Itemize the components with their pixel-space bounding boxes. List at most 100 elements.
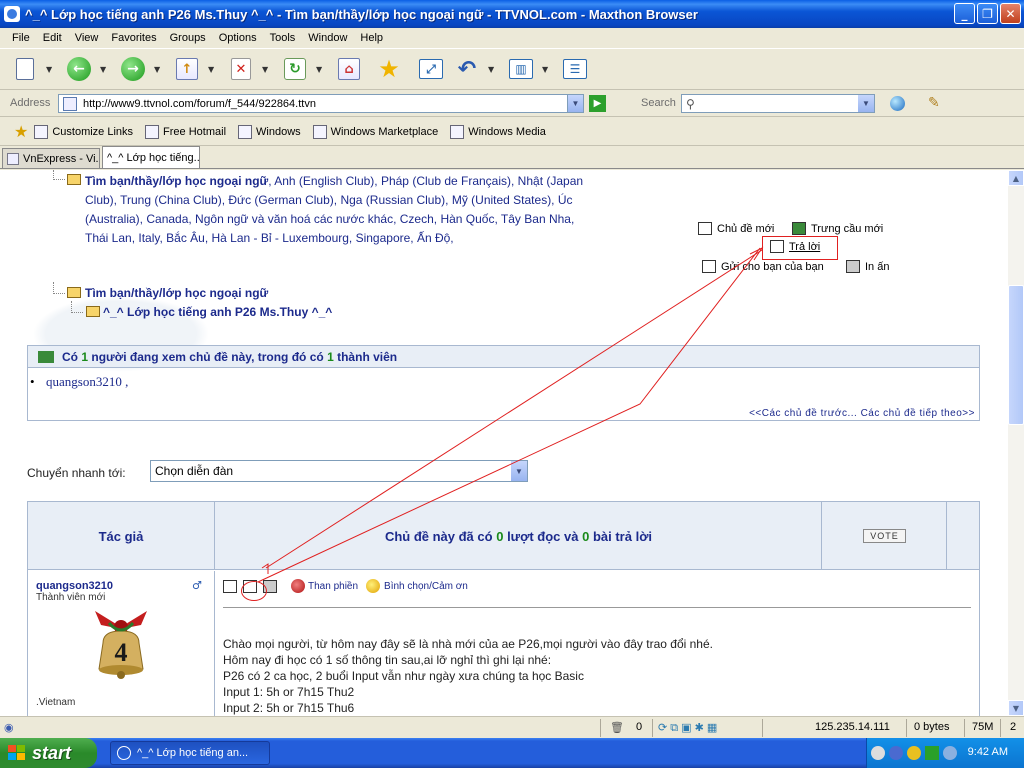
- star-icon: ★: [378, 55, 400, 83]
- group-button[interactable]: ▥: [506, 54, 536, 84]
- menu-groups[interactable]: Groups: [170, 32, 206, 44]
- maximize-button[interactable]: ❐: [977, 3, 998, 24]
- refresh-dropdown-icon[interactable]: ▼: [316, 65, 324, 74]
- tab-vnexpress[interactable]: VnExpress - Vi...: [2, 148, 100, 168]
- tab-lop-hoc[interactable]: ^_^ Lớp học tiếng...: [102, 146, 200, 168]
- search-label: Search: [641, 97, 676, 109]
- menu-edit[interactable]: Edit: [43, 32, 62, 44]
- maxthon-app-icon[interactable]: [4, 6, 20, 22]
- forward-button[interactable]: →: [118, 54, 148, 84]
- menu-favorites[interactable]: Favorites: [111, 32, 156, 44]
- undo-dropdown-icon[interactable]: ▼: [488, 65, 496, 74]
- tray-maxthon-icon[interactable]: [889, 746, 903, 760]
- quick-jump-select[interactable]: Chọn diễn đàn ▼: [150, 460, 528, 482]
- up-button[interactable]: ↑: [172, 54, 202, 84]
- link-label: Customize Links: [52, 125, 134, 138]
- subforum-link-main[interactable]: Tìm bạn/thầy/lớp học ngoại ngữ: [85, 174, 268, 188]
- undo-button[interactable]: ↶: [452, 54, 482, 84]
- search-dropdown-icon[interactable]: ▼: [858, 95, 874, 112]
- window-titlebar[interactable]: ^_^ Lớp học tiếng anh P26 Ms.Thuy ^_^ - …: [0, 0, 1024, 28]
- post-author-name[interactable]: quangson3210: [36, 580, 113, 592]
- start-button[interactable]: start: [0, 738, 97, 768]
- breadcrumb-current[interactable]: ^_^ Lớp học tiếng anh P26 Ms.Thuy ^_^: [103, 305, 332, 319]
- minimize-button[interactable]: _: [954, 3, 975, 24]
- go-button[interactable]: ▶: [589, 95, 606, 112]
- menu-help[interactable]: Help: [360, 32, 383, 44]
- link-windows-media[interactable]: Windows Media: [450, 124, 546, 139]
- home-icon: ⌂: [338, 58, 360, 80]
- vertical-scrollbar[interactable]: ▲ ▼: [1008, 170, 1024, 716]
- tray-messenger-icon[interactable]: [907, 746, 921, 760]
- menu-view[interactable]: View: [75, 32, 99, 44]
- quick-jump-label: Chuyển nhanh tới:: [27, 466, 126, 480]
- popup-blocker-icon[interactable]: 🗑: [610, 721, 624, 734]
- scroll-thumb[interactable]: [1008, 285, 1024, 425]
- menu-tools[interactable]: Tools: [270, 32, 296, 44]
- poll-icon: [792, 222, 806, 235]
- highlight-pen-icon[interactable]: ✎: [928, 95, 940, 111]
- links-star-icon[interactable]: ★: [14, 122, 28, 141]
- address-dropdown-icon[interactable]: ▼: [567, 95, 583, 112]
- edit-post-icon[interactable]: [223, 579, 237, 593]
- prev-next-topics-link[interactable]: <<Các chủ đề trước... Các chủ đề tiếp th…: [749, 408, 975, 419]
- close-button[interactable]: ✕: [1000, 3, 1021, 24]
- link-label: Windows: [256, 125, 301, 138]
- complain-link[interactable]: Than phiền: [308, 581, 358, 592]
- new-poll-button[interactable]: Trưng cầu mới: [792, 222, 883, 235]
- stop-dropdown-icon[interactable]: ▼: [262, 65, 270, 74]
- search-icon: ⚲: [686, 97, 695, 111]
- post-line: Chào mọi người, từ hôm nay đây sẽ là nhà…: [223, 637, 713, 651]
- vote-thanks-link[interactable]: Bình chọn/Cảm ơn: [384, 581, 468, 592]
- breadcrumb-parent[interactable]: Tìm bạn/thầy/lớp học ngoại ngữ: [85, 286, 268, 300]
- group-dropdown-icon[interactable]: ▼: [542, 65, 550, 74]
- taskbar-clock: 9:42 AM: [967, 746, 1008, 758]
- print-button[interactable]: In ấn: [846, 260, 889, 273]
- new-page-button[interactable]: [10, 54, 40, 84]
- forward-dropdown-icon[interactable]: ▼: [154, 65, 162, 74]
- bytes-transferred: 0 bytes: [914, 721, 950, 733]
- search-input[interactable]: ⚲ ▼: [681, 94, 875, 113]
- status-divider: [964, 719, 965, 737]
- up-folder-icon: ↑: [176, 58, 198, 80]
- link-windows[interactable]: Windows: [238, 124, 301, 139]
- new-topic-button[interactable]: Chủ đề mới: [698, 222, 774, 235]
- menu-options[interactable]: Options: [219, 32, 257, 44]
- tray-arrow-icon[interactable]: [925, 746, 939, 760]
- link-free-hotmail[interactable]: Free Hotmail: [145, 124, 226, 139]
- scroll-down-arrow-icon[interactable]: ▼: [1008, 700, 1024, 716]
- tree-connector: [53, 170, 65, 180]
- search-engine-globe-icon[interactable]: [890, 96, 905, 111]
- viewer-username[interactable]: quangson3210 ,: [30, 374, 128, 390]
- stop-button[interactable]: ✕: [226, 54, 256, 84]
- folder-icon: [67, 174, 81, 185]
- back-dropdown-icon[interactable]: ▼: [100, 65, 108, 74]
- new-page-dropdown-icon[interactable]: ▼: [46, 65, 54, 74]
- post-line: P26 có 2 ca học, 2 buổi Input vẫn như ng…: [223, 669, 584, 683]
- status-tool-icons[interactable]: ⟳ ⧉ ▣ ✱ ▦: [658, 721, 717, 735]
- send-to-friend-button[interactable]: Gửi cho bạn của bạn: [702, 260, 824, 273]
- tray-volume-icon[interactable]: [943, 746, 957, 760]
- menu-file[interactable]: File: [12, 32, 30, 44]
- address-input[interactable]: http://www9.ttvnol.com/forum/f_544/92286…: [58, 94, 584, 113]
- post-line: Input 2: 5h or 7h15 Thu6: [223, 701, 355, 715]
- home-button[interactable]: ⌂: [334, 54, 364, 84]
- vote-cell: VOTE: [823, 502, 947, 570]
- taskbar-maxthon-item[interactable]: ^_^ Lớp học tiếng an...: [110, 741, 270, 765]
- screenshot-button[interactable]: ⤢: [416, 54, 446, 84]
- print-label: In ấn: [865, 260, 890, 273]
- menu-window[interactable]: Window: [308, 32, 347, 44]
- up-dropdown-icon[interactable]: ▼: [208, 65, 216, 74]
- sidebar-toggle-button[interactable]: ☰: [560, 54, 590, 84]
- address-label: Address: [10, 97, 51, 109]
- scroll-up-arrow-icon[interactable]: ▲: [1008, 170, 1024, 186]
- tray-minus-icon[interactable]: [871, 746, 885, 760]
- back-button[interactable]: ←: [64, 54, 94, 84]
- refresh-button[interactable]: ↻: [280, 54, 310, 84]
- favorites-button[interactable]: ★: [374, 54, 404, 84]
- quick-jump-dropdown-icon[interactable]: ▼: [511, 461, 527, 481]
- tree-connector: [53, 282, 65, 294]
- link-windows-marketplace[interactable]: Windows Marketplace: [312, 124, 438, 139]
- link-customize[interactable]: Customize Links: [34, 124, 134, 139]
- page-content: Tìm bạn/thầy/lớp học ngoại ngữ, Anh (Eng…: [0, 170, 1008, 716]
- vote-button[interactable]: VOTE: [863, 529, 906, 543]
